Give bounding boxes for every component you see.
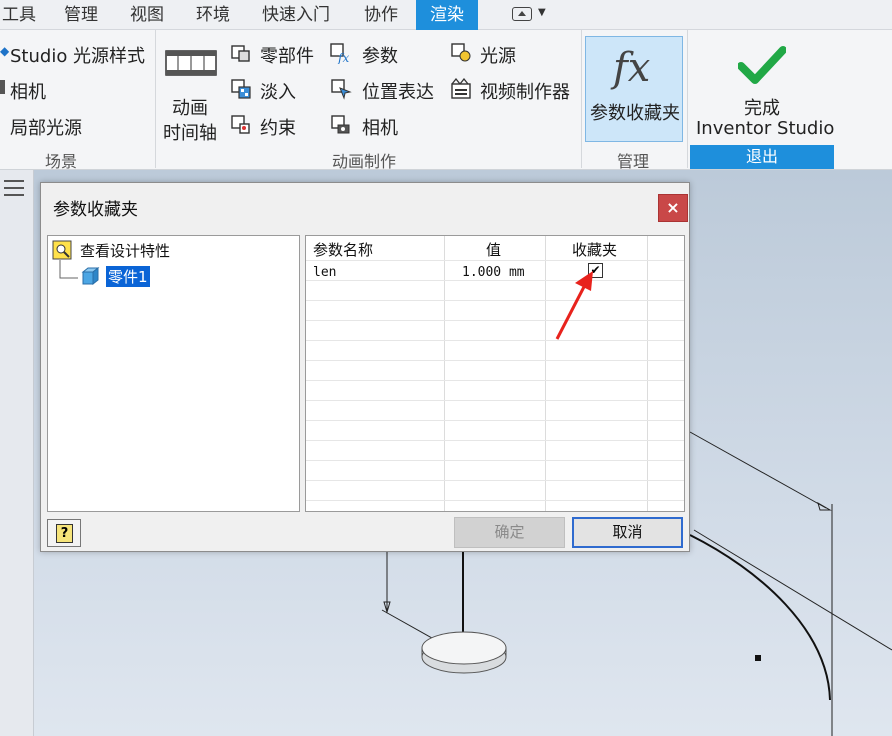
header-value[interactable]: 值 — [486, 239, 501, 260]
camera-animation-button[interactable]: 相机 — [362, 114, 398, 140]
constraint-icon — [231, 115, 250, 134]
help-button[interactable]: ? — [47, 519, 81, 547]
exit-group-label: 退出 — [690, 145, 834, 169]
ok-button[interactable]: 确定 — [454, 517, 565, 548]
row-divider — [306, 340, 684, 341]
dialog-title: 参数收藏夹 — [53, 200, 138, 220]
light-icon — [451, 43, 471, 62]
tab-collaborate[interactable]: 协作 — [362, 0, 400, 30]
tab-render[interactable]: 渲染 — [416, 0, 478, 30]
constraint-button[interactable]: 约束 — [260, 114, 296, 140]
studio-light-styles-button[interactable]: Studio 光源样式 — [10, 42, 145, 68]
camera-button[interactable]: 相机 — [10, 78, 46, 104]
scene-group-label: 场景 — [45, 152, 78, 171]
tab-tools[interactable]: 工具 — [0, 0, 38, 30]
animation-timeline-label-1[interactable]: 动画 — [172, 94, 208, 120]
svg-text:fx: fx — [337, 51, 349, 64]
camera-animation-icon — [331, 115, 350, 134]
camera-icon — [0, 80, 5, 94]
row-divider — [306, 500, 684, 501]
header-parameter-name[interactable]: 参数名称 — [313, 239, 373, 260]
fx-icon: fx — [613, 45, 651, 91]
column-divider — [647, 236, 648, 511]
video-producer-icon — [451, 78, 471, 99]
model-tree-panel: 查看设计特性 零件1 — [47, 235, 300, 512]
annotation-arrow-icon — [555, 271, 593, 340]
parameter-table: 参数名称 值 收藏夹 len 1.000 mm ✔ — [305, 235, 685, 512]
ribbon: ◆ Studio 光源样式 相机 局部光源 场景 动画 时间轴 零部件 淡入 约… — [0, 30, 892, 171]
header-favorites[interactable]: 收藏夹 — [572, 239, 617, 260]
ribbon-separator — [155, 30, 156, 168]
local-lights-button[interactable]: 局部光源 — [10, 114, 82, 140]
finish-label[interactable]: 完成 — [744, 94, 780, 120]
position-rep-button[interactable]: 位置表达 — [362, 78, 434, 104]
manage-group-label: 管理 — [617, 152, 650, 171]
row-divider — [306, 260, 684, 261]
tab-environment[interactable]: 环境 — [194, 0, 232, 30]
row-divider — [306, 480, 684, 481]
chevron-down-icon: ▼ — [538, 7, 546, 18]
inventor-studio-label[interactable]: Inventor Studio — [696, 118, 834, 139]
fade-icon — [231, 79, 251, 99]
parameter-favorites-button[interactable]: fx 参数收藏夹 — [585, 36, 683, 142]
animation-timeline-label-2[interactable]: 时间轴 — [163, 119, 217, 145]
close-button[interactable]: × — [658, 194, 688, 222]
design-properties-icon[interactable] — [52, 240, 72, 260]
cancel-button[interactable]: 取消 — [572, 517, 683, 548]
row-divider — [306, 360, 684, 361]
part-cube-icon — [81, 266, 100, 286]
row-divider — [306, 420, 684, 421]
parameter-favorites-dialog: 参数收藏夹 × 查看设计特性 零件1 参数名称 值 收藏夹 len 1.000 … — [40, 182, 690, 552]
tree-item-part[interactable]: 零件1 — [106, 266, 150, 287]
fade-button[interactable]: 淡入 — [260, 78, 296, 104]
bullet-icon: ◆ — [0, 44, 10, 58]
help-icon: ? — [56, 524, 73, 543]
tree-connector — [59, 260, 78, 279]
row-divider — [306, 380, 684, 381]
row-divider — [306, 400, 684, 401]
row-divider — [306, 460, 684, 461]
video-producer-button[interactable]: 视频制作器 — [480, 78, 570, 104]
row-divider — [306, 280, 684, 281]
parameter-fx-icon: fx — [330, 43, 349, 64]
light-button[interactable]: 光源 — [480, 42, 516, 68]
ribbon-separator — [581, 30, 582, 168]
tab-quick-start[interactable]: 快速入门 — [260, 0, 332, 30]
row-divider — [306, 440, 684, 441]
parameter-favorites-label: 参数收藏夹 — [590, 103, 680, 124]
panel-toggle-icon — [512, 7, 532, 21]
ribbon-separator — [687, 30, 688, 168]
component-button[interactable]: 零部件 — [260, 42, 314, 68]
cell-parameter-name: len — [313, 265, 337, 280]
component-icon — [231, 45, 250, 62]
checkmark-icon[interactable] — [738, 44, 786, 84]
menu-bar: 工具 管理 视图 环境 快速入门 协作 渲染 ▼ — [0, 0, 892, 30]
row-divider — [306, 300, 684, 301]
tab-manage[interactable]: 管理 — [62, 0, 100, 30]
row-divider — [306, 320, 684, 321]
column-divider — [545, 236, 546, 511]
panel-dropdown-button[interactable]: ▼ — [510, 6, 550, 24]
film-strip-icon — [165, 50, 217, 76]
parameter-button[interactable]: 参数 — [362, 42, 398, 68]
tab-view[interactable]: 视图 — [128, 0, 166, 30]
cell-value: 1.000 mm — [462, 265, 525, 280]
tree-root-label[interactable]: 查看设计特性 — [80, 240, 170, 261]
position-rep-icon — [331, 79, 352, 100]
column-divider — [444, 236, 445, 511]
animation-group-label: 动画制作 — [332, 152, 397, 171]
